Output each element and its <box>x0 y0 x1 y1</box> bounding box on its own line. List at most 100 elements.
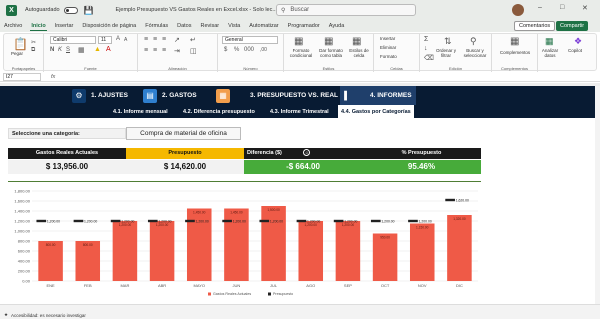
currency-icon[interactable]: $ <box>224 47 227 53</box>
tab-informe-trimestral[interactable]: 4.3. Informe Trimestral <box>267 106 332 118</box>
font-color-icon[interactable]: A <box>106 46 111 53</box>
addins-label[interactable]: Complementos <box>494 50 536 55</box>
format-cells[interactable]: Formato <box>380 54 397 59</box>
font-size-select[interactable]: 11 <box>98 36 112 44</box>
nav-informes[interactable]: ▌ 4. INFORMES <box>340 86 416 105</box>
nav-ajustes[interactable]: ⚙ 1. AJUSTES <box>72 86 128 105</box>
menu-disposicion[interactable]: Disposición de página <box>81 22 137 30</box>
shrink-font-icon[interactable]: A <box>124 37 127 43</box>
group-label-editing: Edición <box>448 66 463 71</box>
group-label-font: Fuente <box>84 66 97 71</box>
category-select[interactable]: Compra de material de oficina <box>126 127 241 140</box>
copilot-label[interactable]: Copilot <box>568 48 582 53</box>
menu-revisar[interactable]: Revisar <box>200 22 221 30</box>
autosave-toggle[interactable] <box>63 6 78 14</box>
align-left-icon[interactable]: ≡ <box>144 47 148 54</box>
number-format-select[interactable]: General <box>222 36 278 44</box>
align-center-icon[interactable]: ≡ <box>153 47 157 54</box>
search-box[interactable]: ⚲ Buscar <box>276 4 416 16</box>
format-table-label[interactable]: Dar formato como tabla <box>316 48 346 58</box>
fill-color-icon[interactable]: ▲ <box>94 46 101 53</box>
grow-font-icon[interactable]: A <box>116 36 120 42</box>
excel-logo-icon: X <box>6 4 17 16</box>
clear-icon[interactable]: ⌫ <box>424 54 434 62</box>
comments-button[interactable]: Comentarios <box>514 21 556 31</box>
menu-inicio[interactable]: Inicio <box>30 22 47 31</box>
merge-center-icon[interactable]: ◫ <box>190 47 197 55</box>
budget-data-label: 1,200.00 <box>233 219 246 223</box>
autosum-icon[interactable]: Σ <box>424 36 428 43</box>
conditional-format-label[interactable]: Formato condicional <box>286 48 316 58</box>
align-right-icon[interactable]: ≡ <box>162 47 166 54</box>
format-table-icon[interactable]: ▦ <box>324 36 333 47</box>
tab-informe-mensual[interactable]: 4.1. Informe mensual <box>110 106 171 118</box>
maximize-icon[interactable]: □ <box>560 4 564 11</box>
close-icon[interactable]: ✕ <box>582 4 588 12</box>
sort-filter-icon[interactable]: ⇅ <box>444 36 452 47</box>
nav-gastos[interactable]: ▤ 2. GASTOS <box>143 86 197 105</box>
accessibility-status[interactable]: Accesibilidad: es necesario investigar <box>11 313 86 318</box>
copilot-icon[interactable]: ❖ <box>574 36 582 47</box>
menu-automatizar[interactable]: Automatizar <box>248 22 279 30</box>
wrap-text-icon[interactable]: ↵ <box>190 36 196 44</box>
cell-styles-icon[interactable]: ▦ <box>352 36 361 47</box>
conditional-format-icon[interactable]: ▦ <box>294 36 303 47</box>
sort-filter-label[interactable]: Ordenar y filtrar <box>434 48 458 58</box>
save-icon[interactable]: 💾 <box>84 6 94 15</box>
name-box[interactable]: I27 <box>3 72 41 81</box>
tab-diferencia-presupuesto[interactable]: 4.2. Diferencia presupuesto <box>180 106 258 118</box>
comma-icon[interactable]: 000 <box>244 47 254 53</box>
align-bottom-icon[interactable]: ≡ <box>162 36 166 43</box>
delete-cells[interactable]: Eliminar <box>380 45 396 50</box>
kpi-pct-label: % Presupuesto <box>362 148 481 159</box>
avatar[interactable] <box>512 4 524 16</box>
bar-real <box>261 206 286 281</box>
kpi-real-label: Gastos Reales Actuales <box>8 148 126 159</box>
legend-label-real: Gastos Reales Actuales <box>213 292 251 296</box>
minimize-icon[interactable]: – <box>538 4 542 11</box>
indent-icon[interactable]: ⇥ <box>174 47 180 55</box>
paste-icon[interactable]: 📋 <box>13 37 28 51</box>
menu-programador[interactable]: Programador <box>287 22 321 30</box>
menu-vista[interactable]: Vista <box>227 22 241 30</box>
copy-icon[interactable]: ⧉ <box>31 47 35 54</box>
y-tick-label: 200.00 <box>18 269 31 274</box>
percent-icon[interactable]: % <box>234 47 239 53</box>
orientation-icon[interactable]: ↗ <box>174 36 180 44</box>
find-select-icon[interactable]: ⚲ <box>470 36 477 47</box>
fx-icon[interactable]: fx <box>51 74 55 80</box>
align-middle-icon[interactable]: ≡ <box>153 36 157 43</box>
align-top-icon[interactable]: ≡ <box>144 36 148 43</box>
fill-icon[interactable]: ↓ <box>424 45 428 52</box>
analyze-data-label[interactable]: Analizar datos <box>539 48 561 58</box>
underline-icon[interactable]: S <box>66 47 70 53</box>
budget-data-label: 1,200.00 <box>381 219 394 223</box>
cut-icon[interactable]: ✂ <box>31 39 36 46</box>
bold-icon[interactable]: N <box>50 47 54 53</box>
borders-icon[interactable]: ▦ <box>78 46 85 54</box>
group-font: Calibri 11 A A N K S ▦ ▲ A Fuente <box>44 34 138 72</box>
cell-styles-label[interactable]: Estilos de celda <box>346 48 372 58</box>
kpi-diff-value: -$ 664.00 <box>244 160 362 174</box>
share-button[interactable]: Compartir <box>556 21 589 31</box>
italic-icon[interactable]: K <box>58 47 62 53</box>
menu-formulas[interactable]: Fórmulas <box>144 22 169 30</box>
budget-data-label: 1,200.00 <box>344 219 357 223</box>
menu-bar: Archivo Inicio Insertar Disposición de p… <box>0 20 600 32</box>
bar-data-label: 1,500.00 <box>267 208 280 212</box>
tab-gastos-categorias[interactable]: 4.4. Gastos por Categorías <box>338 105 414 118</box>
nav-presupuesto-real[interactable]: ▦ 3. PRESUPUESTO VS. REAL <box>216 86 338 105</box>
menu-ayuda[interactable]: Ayuda <box>328 22 346 30</box>
menu-archivo[interactable]: Archivo <box>3 22 23 30</box>
bar-data-label: 1,200.00 <box>119 223 132 227</box>
menu-insertar[interactable]: Insertar <box>54 22 75 30</box>
analyze-data-icon[interactable]: ▦ <box>545 36 554 47</box>
vertical-scrollbar[interactable] <box>595 86 600 304</box>
addins-icon[interactable]: ▦ <box>510 36 519 47</box>
menu-datos[interactable]: Datos <box>176 22 192 30</box>
find-select-label[interactable]: Buscar y seleccionar <box>460 48 490 58</box>
group-styles: ▦ Formato condicional ▦ Dar formato como… <box>284 34 374 72</box>
font-name-select[interactable]: Calibri <box>50 36 96 44</box>
decimal-icon[interactable]: ,00 <box>260 47 267 53</box>
insert-cells[interactable]: Insertar <box>380 36 395 41</box>
